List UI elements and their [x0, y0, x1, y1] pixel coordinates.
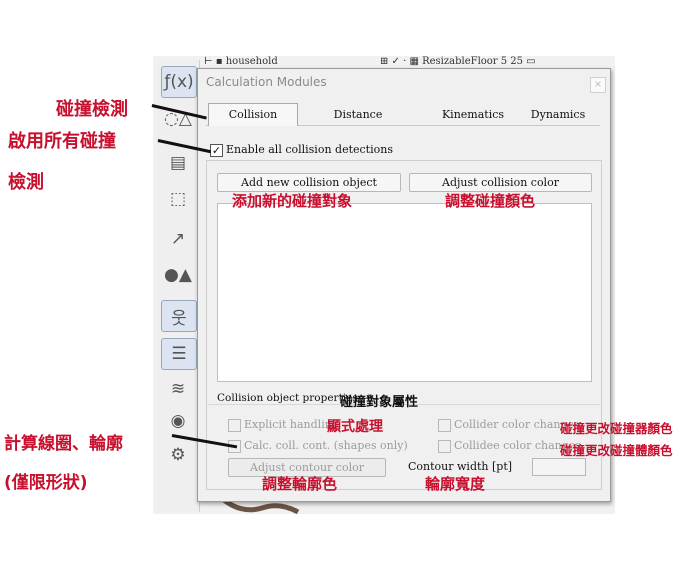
annotation-enable-all-1: 啟用所有碰撞 — [8, 131, 116, 152]
document-icon[interactable]: ▤ — [161, 148, 195, 178]
render-icon[interactable]: ◉ — [161, 406, 195, 436]
path-icon[interactable]: ↗ — [161, 224, 195, 254]
annotation-adjust-color: 調整碰撞顏色 — [445, 192, 536, 210]
annotation-explicit-display: 顯式處理 — [327, 419, 383, 435]
vertical-toolbar: ƒ(x) ◌△ ▤ ⬚ ↗ ●▲ 웃 ☰ ≋ ◉ ⚙ — [157, 60, 200, 512]
tab-dynamics[interactable]: Dynamics — [518, 105, 598, 124]
annotation-enable-all-2: 檢測 — [8, 172, 44, 193]
enable-all-checkbox[interactable]: ✓ — [210, 144, 223, 157]
annotation-adjust-contour: 調整輪廓色 — [262, 475, 338, 493]
contour-width-input[interactable] — [532, 458, 586, 476]
shapes-icon[interactable]: ●▲ — [161, 260, 195, 290]
annotation-collision-check: 碰撞檢測 — [56, 99, 128, 120]
annotation-calc-contour-1: 計算線圈、輪廓 — [4, 434, 123, 454]
dialog-title: Calculation Modules — [206, 75, 327, 89]
tab-collision[interactable]: Collision — [208, 103, 298, 126]
box-select-icon[interactable]: ⬚ — [161, 184, 195, 214]
layers-icon[interactable]: ≋ — [161, 374, 195, 404]
settings-icon[interactable]: ⚙ — [161, 440, 195, 470]
tree-row-left: ⊢ ▪ household — [204, 56, 278, 67]
annotation-object-properties: 碰撞對象屬性 — [340, 395, 419, 410]
annotation-contour-width: 輪廓寬度 — [425, 475, 486, 493]
explicit-handling-checkbox[interactable] — [228, 419, 241, 432]
explicit-handling-label: Explicit handling — [244, 418, 339, 431]
tree-row-right: ⊞ ✓ · ▦ ResizableFloor 5 25 ▭ — [380, 56, 536, 67]
annotation-calc-contour-2: (僅限形狀) — [4, 473, 88, 493]
annotation-collider-color: 碰撞更改碰撞器顏色 — [560, 421, 673, 436]
contour-width-label: Contour width [pt] — [408, 460, 513, 473]
collider-color-checkbox[interactable] — [438, 419, 451, 432]
function-icon[interactable]: ƒ(x) — [161, 66, 197, 98]
close-button[interactable]: × — [590, 77, 606, 93]
enable-all-label: Enable all collision detections — [226, 143, 393, 156]
annotation-collidee-color: 碰撞更改碰撞體顏色 — [560, 443, 673, 458]
calculation-modules-dialog: Calculation Modules × Collision Distance… — [197, 68, 611, 502]
annotation-add-object: 添加新的碰撞對象 — [232, 192, 353, 210]
tab-kinematics[interactable]: Kinematics — [423, 105, 523, 124]
properties-label: Collision object properties — [217, 392, 358, 404]
list-icon[interactable]: ☰ — [161, 338, 197, 370]
tab-distance[interactable]: Distance — [318, 105, 398, 124]
calc-contour-label: Calc. coll. cont. (shapes only) — [244, 439, 408, 452]
collision-object-list[interactable] — [217, 203, 592, 382]
figure-icon[interactable]: 웃 — [161, 300, 197, 332]
collidee-color-checkbox[interactable] — [438, 440, 451, 453]
